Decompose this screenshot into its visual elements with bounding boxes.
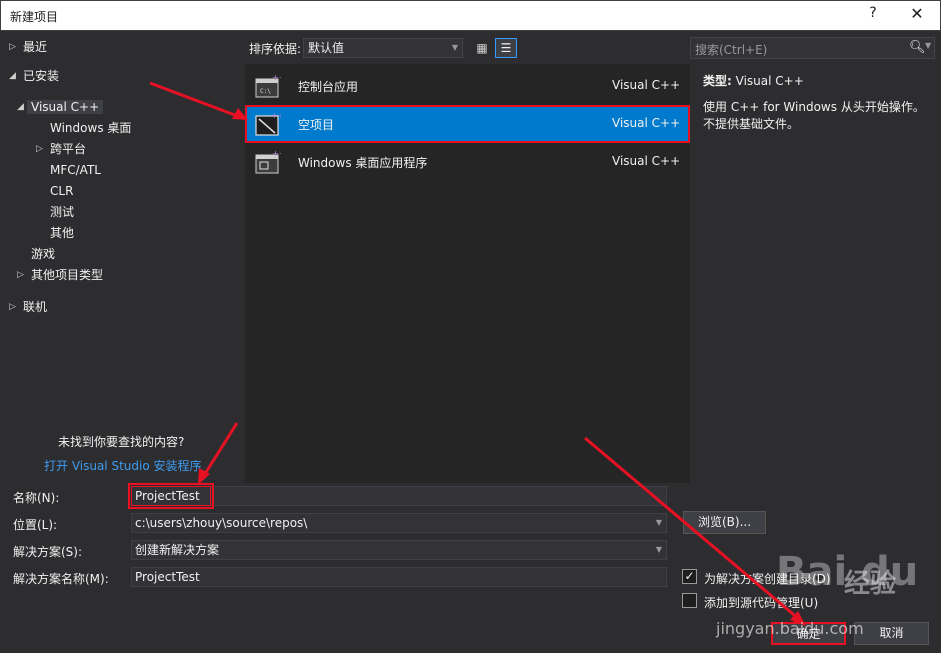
svg-text:++: ++ <box>271 111 281 120</box>
chevron-right-icon: ▷ <box>36 144 43 154</box>
tree-item-recent[interactable]: ▷ 最近 <box>9 37 47 57</box>
name-field-bg <box>131 486 667 506</box>
chevron-down-icon: ▼ <box>451 43 458 52</box>
template-item-empty-project[interactable]: ++ 空项目 Visual C++ <box>245 105 690 143</box>
template-description: 类型: Visual C++ 使用 C++ for Windows 从头开始操作… <box>703 72 935 133</box>
tree-item-cross-platform[interactable]: ▷ 跨平台 <box>36 139 86 159</box>
title-bar: 新建项目 ? ✕ <box>0 0 941 31</box>
source-control-checkbox[interactable] <box>682 593 697 608</box>
tree-item-other-project-types[interactable]: ▷ 其他项目类型 <box>17 265 103 285</box>
chevron-down-icon[interactable]: ▼ <box>656 514 662 532</box>
template-list: C:\ ++ 控制台应用 Visual C++ ++ 空项目 Visual C+… <box>245 64 690 483</box>
windows-desktop-app-icon: ++ <box>255 149 281 174</box>
search-icon[interactable]: 🔍︎ <box>909 40 926 55</box>
search-placeholder: 搜索(Ctrl+E) <box>695 43 768 57</box>
solution-name-field[interactable]: ProjectTest <box>131 567 667 587</box>
svg-text:++: ++ <box>272 149 281 158</box>
create-directory-checkbox[interactable]: ✓ <box>682 569 697 584</box>
tree-item-games[interactable]: 游戏 <box>31 244 55 264</box>
search-input[interactable]: 搜索(Ctrl+E) 🔍︎ ▼ <box>690 37 935 59</box>
help-button[interactable]: ? <box>863 5 883 27</box>
template-item-console-app[interactable]: C:\ ++ 控制台应用 Visual C++ <box>245 67 690 105</box>
type-row: 类型: Visual C++ <box>703 72 935 89</box>
open-installer-link[interactable]: 打开 Visual Studio 安装程序 <box>44 457 202 474</box>
browse-button[interactable]: 浏览(B)... <box>683 511 766 534</box>
type-label: 类型: <box>703 74 732 88</box>
tree-item-other[interactable]: 其他 <box>50 223 74 243</box>
solution-label: 解决方案(S): <box>13 545 83 559</box>
template-tree: ▷ 最近 ◢ 已安装 ◢ Visual C++ Windows 桌面 ▷ 跨平台… <box>0 31 245 483</box>
chevron-right-icon: ▷ <box>17 270 24 280</box>
tree-item-clr[interactable]: CLR <box>50 181 73 201</box>
tree-item-online[interactable]: ▷ 联机 <box>9 297 47 317</box>
grid-view-icon[interactable]: ▦ <box>471 38 493 58</box>
solution-name-label: 解决方案名称(M): <box>13 572 109 586</box>
solution-select[interactable]: 创建新解决方案 ▼ <box>131 540 667 560</box>
chevron-down-icon[interactable]: ▼ <box>925 41 931 50</box>
watermark-brand: 经验 <box>844 569 897 599</box>
tree-item-mfc-atl[interactable]: MFC/ATL <box>50 160 101 180</box>
tree-item-installed[interactable]: ◢ 已安装 <box>9 66 59 86</box>
chevron-down-icon: ◢ <box>17 102 24 112</box>
sort-bar: 排序依据: 默认值 ▼ ▦ ☰ <box>245 31 690 64</box>
source-control-label: 添加到源代码管理(U) <box>704 596 819 610</box>
create-directory-label: 为解决方案创建目录(D) <box>704 572 831 586</box>
chevron-down-icon[interactable]: ▼ <box>656 541 662 559</box>
type-value: Visual C++ <box>735 74 804 88</box>
sort-select[interactable]: 默认值 ▼ <box>303 38 463 58</box>
svg-text:C:\: C:\ <box>260 88 271 95</box>
tree-item-visual-cpp[interactable]: ◢ Visual C++ <box>17 97 104 117</box>
location-field[interactable]: c:\users\zhouy\source\repos\ ▼ <box>131 513 667 533</box>
location-label: 位置(L): <box>13 518 58 532</box>
console-app-icon: C:\ ++ <box>255 73 281 98</box>
chevron-right-icon: ▷ <box>9 302 16 312</box>
tree-item-test[interactable]: 测试 <box>50 202 74 222</box>
name-label: 名称(N): <box>13 491 60 505</box>
sort-label: 排序依据: <box>249 42 302 56</box>
cancel-button[interactable]: 取消 <box>854 622 929 645</box>
sort-value: 默认值 <box>308 41 345 55</box>
window-title: 新建项目 <box>10 10 59 24</box>
description-text: 使用 C++ for Windows 从头开始操作。不提供基础文件。 <box>703 100 925 131</box>
name-field[interactable]: ProjectTest <box>128 483 214 509</box>
not-found-text: 未找到你要查找的内容? <box>58 435 185 449</box>
ok-button[interactable]: 确定 <box>771 622 846 645</box>
tree-item-windows-desktop[interactable]: Windows 桌面 <box>50 118 131 138</box>
template-item-windows-desktop-app[interactable]: ++ Windows 桌面应用程序 Visual C++ <box>245 143 690 181</box>
chevron-down-icon: ◢ <box>9 71 16 81</box>
empty-project-icon: ++ <box>255 111 281 136</box>
close-button[interactable]: ✕ <box>904 4 930 28</box>
list-view-icon[interactable]: ☰ <box>495 38 517 58</box>
chevron-right-icon: ▷ <box>9 42 16 52</box>
svg-text:++: ++ <box>272 73 281 82</box>
